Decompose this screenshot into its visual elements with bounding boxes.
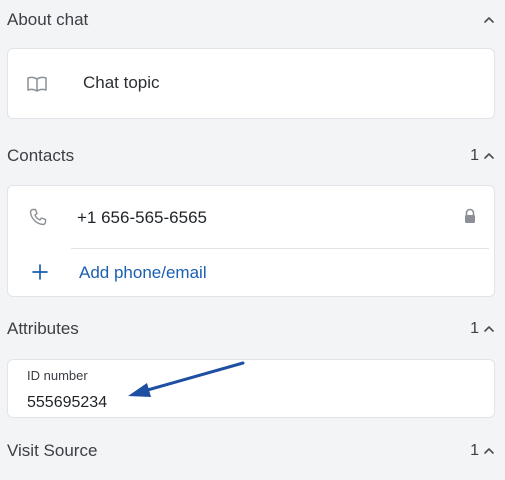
chevron-up-icon[interactable] [483, 323, 495, 335]
section-header-attributes[interactable]: Attributes 1 [7, 316, 495, 342]
section-controls-contacts: 1 [470, 147, 495, 165]
section-header-visit-source[interactable]: Visit Source 1 [7, 438, 495, 464]
chevron-up-icon[interactable] [483, 14, 495, 26]
attribute-value-id-number[interactable]: 555695234 [27, 394, 107, 412]
section-title-contacts: Contacts [7, 146, 75, 165]
add-phone-email-button[interactable]: Add phone/email [8, 250, 494, 296]
chevron-up-icon[interactable] [483, 445, 495, 457]
contacts-card: +1 656-565-6565 Add phone/email [7, 185, 495, 297]
contacts-divider [71, 248, 489, 249]
section-title-attributes: Attributes [7, 319, 79, 338]
section-header-about-chat[interactable]: About chat [7, 7, 495, 33]
section-title-about-chat: About chat [7, 10, 89, 29]
attribute-label-id-number: ID number [27, 368, 88, 383]
attributes-count: 1 [470, 320, 479, 337]
contact-phone-number: +1 656-565-6565 [77, 208, 207, 227]
chat-topic-label: Chat topic [83, 73, 160, 92]
chat-topic-row[interactable]: Chat topic [8, 49, 494, 118]
section-controls-about-chat [483, 14, 495, 26]
section-title-visit-source: Visit Source [7, 441, 98, 460]
section-controls-attributes: 1 [470, 320, 495, 338]
contacts-count: 1 [470, 147, 479, 164]
section-header-contacts[interactable]: Contacts 1 [7, 143, 495, 169]
contact-phone-row[interactable]: +1 656-565-6565 [8, 186, 494, 248]
book-icon [26, 74, 48, 94]
lock-icon [463, 208, 477, 224]
section-controls-visit-source: 1 [470, 442, 495, 460]
about-chat-card: Chat topic [7, 48, 495, 119]
add-phone-email-label: Add phone/email [79, 263, 207, 282]
chevron-up-icon[interactable] [483, 150, 495, 162]
phone-icon [28, 207, 48, 227]
attributes-card[interactable]: ID number 555695234 [7, 359, 495, 418]
plus-icon [31, 263, 49, 281]
visit-source-count: 1 [470, 442, 479, 459]
